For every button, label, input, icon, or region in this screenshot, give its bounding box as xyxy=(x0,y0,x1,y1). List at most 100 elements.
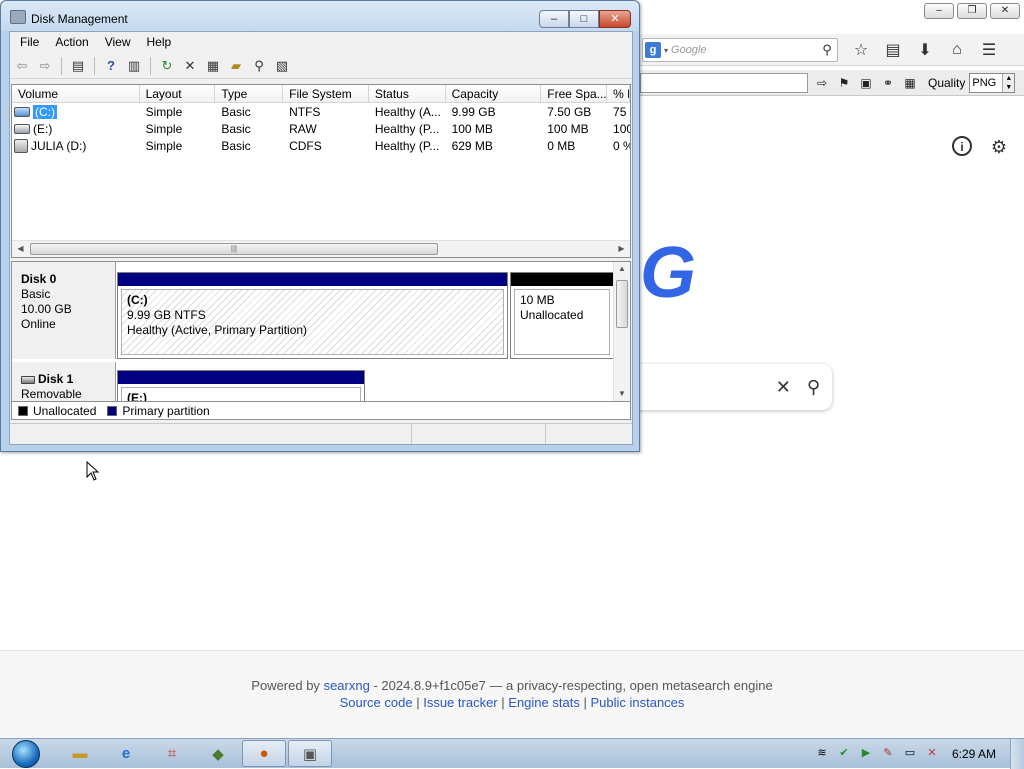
addon-url-field[interactable] xyxy=(640,73,808,93)
ie-icon[interactable]: e xyxy=(104,740,148,767)
hscroll-thumb[interactable]: ||| xyxy=(30,243,438,255)
show-desktop-button[interactable] xyxy=(1010,739,1024,769)
properties-icon[interactable]: ▦ xyxy=(203,56,223,76)
tray-network-icon[interactable]: ≋ xyxy=(814,745,830,761)
footer-engine-stats-link[interactable]: Engine stats xyxy=(508,695,580,710)
properties-view-icon[interactable]: ▥ xyxy=(124,56,144,76)
footer-public-instances-link[interactable]: Public instances xyxy=(590,695,684,710)
menu-help[interactable]: Help xyxy=(139,32,180,53)
dm-maximize-button[interactable]: □ xyxy=(569,10,599,28)
dm-close-button[interactable]: ✕ xyxy=(599,10,631,28)
quality-value: PNG xyxy=(972,77,997,89)
scroll-left-icon[interactable]: ◀ xyxy=(12,241,29,257)
menu-action[interactable]: Action xyxy=(47,32,96,53)
partition-unallocated[interactable]: 10 MB Unallocated xyxy=(510,272,614,359)
dm-title-bar[interactable]: Disk Management – □ ✕ xyxy=(1,1,639,31)
media-icon[interactable]: ◆ xyxy=(196,740,240,767)
save-page-icon[interactable]: ▣ xyxy=(856,73,876,93)
browser-minimize-button[interactable]: – xyxy=(924,3,954,19)
explorer-icon[interactable]: ▬ xyxy=(58,740,102,767)
reading-list-icon[interactable]: ▤ xyxy=(880,38,906,62)
quality-spinner-icon[interactable]: ▲ ▼ xyxy=(1002,74,1015,92)
partition-e[interactable]: (E:) xyxy=(117,370,365,401)
col-layout[interactable]: Layout xyxy=(140,85,216,102)
volume-name: (C:) xyxy=(33,104,57,119)
scroll-down-icon[interactable]: ▼ xyxy=(614,387,630,401)
google-engine-icon[interactable]: g xyxy=(645,42,661,58)
table-row[interactable]: (C:) Simple Basic NTFS Healthy (A... 9.9… xyxy=(12,103,630,120)
col-free-space[interactable]: Free Spa... xyxy=(541,85,608,102)
scroll-right-icon[interactable]: ▶ xyxy=(613,241,630,257)
disk-1-kind: Removable xyxy=(21,387,82,401)
network-icon[interactable]: ⌗ xyxy=(150,740,194,767)
hamburger-menu-icon[interactable]: ☰ xyxy=(976,38,1002,62)
drive-icon xyxy=(14,123,30,134)
col-type[interactable]: Type xyxy=(215,85,284,102)
vscroll-thumb[interactable] xyxy=(616,280,628,328)
browser-close-button[interactable]: ✕ xyxy=(990,3,1020,19)
col-percent-free[interactable]: % F xyxy=(607,85,630,102)
table-row[interactable]: (E:) Simple Basic RAW Healthy (P... 100 … xyxy=(12,120,630,137)
go-arrow-icon[interactable]: ⇨ xyxy=(812,73,832,93)
toolbar-separator xyxy=(61,56,62,75)
disk-management-icon[interactable]: ▣ xyxy=(288,740,332,767)
tray-security-icon[interactable]: ✔ xyxy=(836,745,852,761)
delete-icon[interactable]: ✕ xyxy=(180,56,200,76)
console-tree-icon[interactable]: ▤ xyxy=(68,56,88,76)
home-icon[interactable]: ⌂ xyxy=(944,38,970,62)
tray-media-play-icon[interactable]: ▶ xyxy=(858,745,874,761)
volume-list-hscrollbar[interactable]: ◀ ||| ▶ xyxy=(12,240,630,257)
web-search-box[interactable]: g ▾ Google ⚲ xyxy=(642,38,838,62)
col-volume[interactable]: Volume xyxy=(12,85,140,102)
col-capacity[interactable]: Capacity xyxy=(446,85,542,102)
volume-name: (E:) xyxy=(33,121,53,136)
col-file-system[interactable]: File System xyxy=(283,85,369,102)
cell-free-space: 100 MB xyxy=(547,121,589,136)
start-button[interactable] xyxy=(8,739,44,769)
binoculars-icon[interactable]: ⚭ xyxy=(878,73,898,93)
gear-icon[interactable]: ⚙ xyxy=(988,136,1010,158)
menu-view[interactable]: View xyxy=(97,32,139,53)
clear-search-icon[interactable]: ✕ xyxy=(776,377,791,398)
web-search-placeholder[interactable]: Google xyxy=(671,44,817,56)
partition-c[interactable]: (C:) 9.99 GB NTFS Healthy (Active, Prima… xyxy=(117,272,508,359)
col-status[interactable]: Status xyxy=(369,85,446,102)
menu-file[interactable]: File xyxy=(12,32,47,53)
info-icon[interactable]: i xyxy=(952,136,972,156)
tray-tool-icon[interactable]: ✎ xyxy=(880,745,896,761)
taskbar-clock[interactable]: 6:29 AM xyxy=(952,747,996,761)
help-icon[interactable]: ? xyxy=(101,56,121,76)
search-submit-icon[interactable]: ⚲ xyxy=(807,377,820,398)
forward-arrow-icon[interactable]: ⇨ xyxy=(35,56,55,76)
cell-free-space: 0 MB xyxy=(547,138,576,153)
engine-dropdown-icon[interactable]: ▾ xyxy=(664,46,668,55)
downloads-icon[interactable]: ⬇ xyxy=(912,38,938,62)
open-folder-icon[interactable]: ▰ xyxy=(226,56,246,76)
search-icon[interactable]: ⚲ xyxy=(249,56,269,76)
removable-disk-icon xyxy=(21,375,35,384)
rescan-disks-icon[interactable]: ▧ xyxy=(272,56,292,76)
primary-partition-swatch xyxy=(107,405,118,416)
quality-label: Quality xyxy=(928,76,966,90)
refresh-icon[interactable]: ↻ xyxy=(157,56,177,76)
browser-restore-button[interactable]: ❐ xyxy=(957,3,987,19)
firefox-icon[interactable]: ● xyxy=(242,740,286,767)
bookmark-icon[interactable]: ⚑ xyxy=(834,73,854,93)
footer-source-code-link[interactable]: Source code xyxy=(340,695,413,710)
disk-view-vscrollbar[interactable]: ▲ ▼ xyxy=(613,262,630,401)
footer-searxng-link[interactable]: searxng xyxy=(324,678,370,693)
bookmark-star-icon[interactable]: ☆ xyxy=(848,38,874,62)
tray-volume-muted-icon[interactable]: ✕ xyxy=(924,745,940,761)
search-icon[interactable]: ⚲ xyxy=(817,42,837,58)
table-row[interactable]: JULIA (D:) Simple Basic CDFS Healthy (P.… xyxy=(12,137,630,154)
quality-select[interactable]: PNG ▲ ▼ xyxy=(969,73,1016,93)
dm-minimize-button[interactable]: – xyxy=(539,10,569,28)
disk-1-label[interactable]: Disk 1 Removable xyxy=(12,362,116,401)
tray-display-icon[interactable]: ▭ xyxy=(902,745,918,761)
scroll-up-icon[interactable]: ▲ xyxy=(614,262,630,276)
footer-issue-tracker-link[interactable]: Issue tracker xyxy=(423,695,497,710)
disk-0-label[interactable]: Disk 0 Basic 10.00 GB Online xyxy=(12,262,116,359)
back-arrow-icon[interactable]: ⇦ xyxy=(12,56,32,76)
clipboard-icon[interactable]: ▦ xyxy=(900,73,920,93)
main-search-bar[interactable]: ✕ ⚲ xyxy=(636,364,832,410)
